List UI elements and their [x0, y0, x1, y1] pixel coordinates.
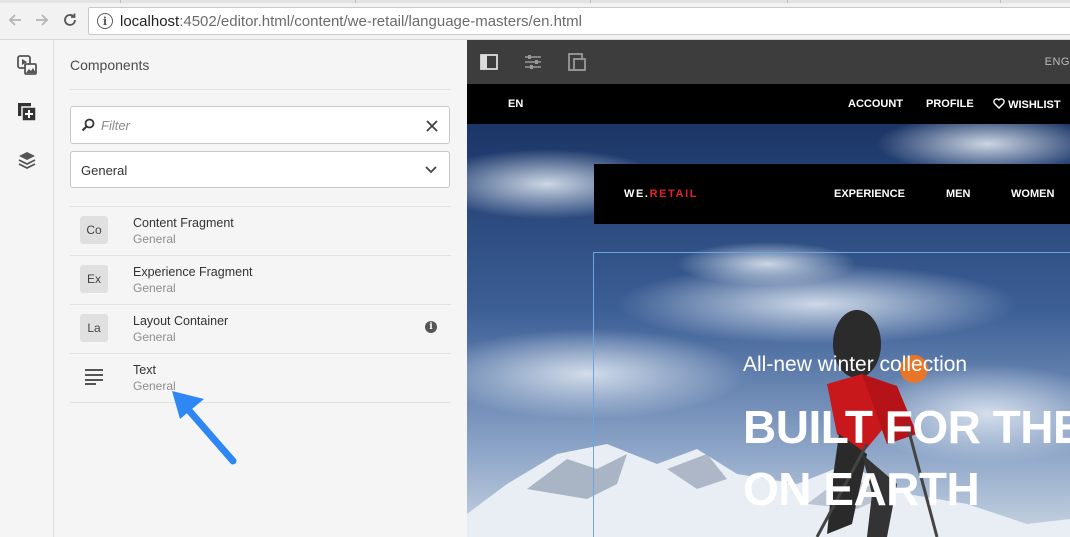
component-name: Experience Fragment	[133, 265, 253, 279]
reload-icon	[64, 13, 76, 26]
assets-icon	[17, 55, 37, 75]
component-category: General	[133, 330, 176, 344]
annotation-arrow-icon	[172, 391, 237, 465]
wishlist-link[interactable]: WISHLIST	[993, 98, 1061, 111]
hero-title-line-2: ON EARTH	[743, 463, 980, 515]
component-name: Layout Container	[133, 314, 229, 328]
emulator-icon[interactable]	[567, 52, 587, 72]
component-badge: Ex	[80, 265, 108, 293]
site-navigation: WE.RETAIL EXPERIENCE MEN WOMEN	[594, 164, 1070, 224]
page-editor: ENG EN ACCOUNT PROFILE WISHLIST WE.RETAI…	[467, 40, 1070, 537]
reload-button[interactable]	[60, 10, 80, 30]
components-button[interactable]	[16, 101, 38, 123]
address-bar[interactable]: i localhost:4502/editor.html/content/we-…	[88, 7, 1070, 35]
side-rail	[0, 40, 54, 537]
components-panel: Components General Co Content Fragment G…	[54, 40, 467, 537]
url-host: localhost	[120, 12, 180, 30]
arrow-right-icon	[36, 14, 49, 26]
editor-toolbar: ENG	[467, 40, 1070, 84]
account-link[interactable]: ACCOUNT	[848, 98, 903, 110]
chevron-down-icon	[425, 166, 437, 174]
info-icon[interactable]: i	[425, 321, 437, 333]
panel-title: Components	[70, 57, 150, 73]
nav-link-women[interactable]: WOMEN	[1011, 188, 1054, 200]
profile-link[interactable]: PROFILE	[926, 98, 974, 110]
layers-icon	[18, 152, 36, 170]
search-icon	[81, 118, 95, 132]
component-name: Content Fragment	[133, 216, 234, 230]
browser-toolbar: i localhost:4502/editor.html/content/we-…	[0, 0, 1070, 40]
site-logo[interactable]: WE.RETAIL	[624, 188, 698, 200]
filter-input[interactable]	[101, 115, 411, 135]
logo-suffix: RETAIL	[649, 188, 699, 200]
nav-link-men[interactable]: MEN	[946, 188, 970, 200]
site-top-bar: EN ACCOUNT PROFILE WISHLIST	[467, 84, 1070, 124]
hero-title-line-1: BUILT FOR THE	[743, 401, 1070, 453]
nav-link-experience[interactable]: EXPERIENCE	[834, 188, 905, 200]
back-button[interactable]	[5, 10, 25, 30]
component-badge: Co	[80, 216, 108, 244]
forward-button[interactable]	[32, 10, 52, 30]
component-item-experience-fragment[interactable]: Ex Experience Fragment General	[70, 256, 451, 305]
tab-strip	[0, 0, 1070, 3]
site-language-link[interactable]: EN	[508, 98, 523, 110]
info-icon[interactable]: i	[97, 13, 113, 29]
url-path: :4502/editor.html/content/we-retail/lang…	[179, 12, 582, 30]
component-category: General	[133, 232, 176, 246]
hero-section: WE.RETAIL EXPERIENCE MEN WOMEN All-new w…	[467, 124, 1070, 537]
side-panel-toggle-icon[interactable]	[479, 52, 499, 72]
component-category: General	[133, 281, 176, 295]
component-badge: La	[80, 314, 108, 342]
component-item-text[interactable]: Text General	[70, 354, 451, 403]
filter-field[interactable]	[70, 106, 450, 144]
assets-button[interactable]	[16, 54, 38, 76]
language-label[interactable]: ENG	[1045, 56, 1070, 68]
clear-icon[interactable]	[426, 120, 438, 132]
divider	[70, 89, 451, 90]
arrow-left-icon	[8, 14, 21, 26]
text-align-icon	[85, 369, 103, 385]
component-name: Text	[133, 363, 156, 377]
group-select-value: General	[81, 163, 128, 178]
component-item-content-fragment[interactable]: Co Content Fragment General	[70, 207, 451, 256]
group-select[interactable]: General	[70, 151, 450, 188]
logo-prefix: WE.	[624, 188, 650, 200]
component-item-layout-container[interactable]: La Layout Container General i	[70, 305, 451, 354]
properties-icon[interactable]	[523, 52, 543, 72]
heart-icon	[993, 98, 1005, 109]
hero-subtitle: All-new winter collection	[743, 353, 968, 376]
wishlist-label: WISHLIST	[1008, 99, 1061, 111]
content-tree-button[interactable]	[16, 149, 38, 171]
components-icon	[18, 103, 37, 122]
